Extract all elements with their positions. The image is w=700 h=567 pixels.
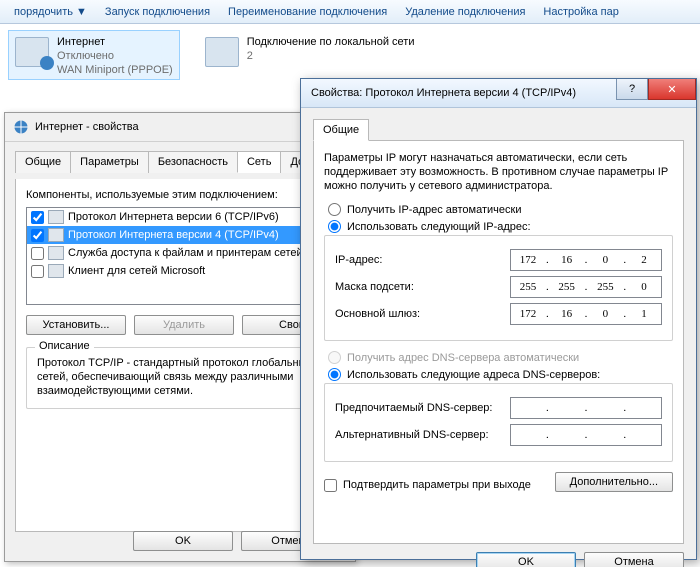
components-list[interactable]: Протокол Интернета версии 6 (TCP/IPv6) П… bbox=[26, 207, 334, 305]
radio-auto-dns: Получить адрес DNS-сервера автоматически bbox=[328, 351, 673, 364]
validate-checkbox[interactable]: Подтвердить параметры при выходе bbox=[324, 479, 531, 492]
item-checkbox[interactable] bbox=[31, 211, 44, 224]
dialog-title: Интернет - свойства bbox=[35, 121, 139, 133]
dns2-input[interactable]: ... bbox=[510, 424, 662, 446]
radio-label: Получить адрес DNS-сервера автоматически bbox=[347, 352, 579, 364]
gateway-label: Основной шлюз: bbox=[335, 308, 510, 320]
globe-icon bbox=[13, 119, 29, 135]
toolbar-item[interactable]: Запуск подключения bbox=[105, 6, 210, 18]
connection-icon bbox=[15, 37, 49, 67]
radio-input[interactable] bbox=[328, 203, 341, 216]
components-label: Компоненты, используемые этим подключени… bbox=[26, 189, 334, 201]
item-checkbox[interactable] bbox=[31, 229, 44, 242]
gateway-input[interactable]: 172.16.0.1 bbox=[510, 303, 662, 325]
dns1-label: Предпочитаемый DNS-сервер: bbox=[335, 402, 510, 414]
item-checkbox[interactable] bbox=[31, 265, 44, 278]
connections-row: Интернет Отключено WAN Miniport (PPPOE) … bbox=[8, 30, 698, 80]
ip-input[interactable]: 172.16.0.2 bbox=[510, 249, 662, 271]
help-button[interactable]: ? bbox=[616, 79, 648, 100]
radio-input[interactable] bbox=[328, 368, 341, 381]
connection-lan[interactable]: Подключение по локальной сети 2 bbox=[198, 30, 422, 80]
remove-button: Удалить bbox=[134, 315, 234, 335]
protocol-icon bbox=[48, 228, 64, 242]
radio-manual-ip[interactable]: Использовать следующий IP-адрес: bbox=[328, 220, 673, 233]
connection-title: Подключение по локальной сети bbox=[247, 35, 415, 49]
radio-label: Получить IP-адрес автоматически bbox=[347, 204, 521, 216]
mask-input[interactable]: 255.255.255.0 bbox=[510, 276, 662, 298]
item-checkbox[interactable] bbox=[31, 247, 44, 260]
connection-status: Отключено bbox=[57, 49, 173, 63]
list-item[interactable]: Служба доступа к файлам и принтерам сете… bbox=[27, 244, 333, 262]
radio-label: Использовать следующий IP-адрес: bbox=[347, 221, 531, 233]
advanced-button[interactable]: Дополнительно... bbox=[555, 472, 673, 492]
toolbar: порядочить ▼ Запуск подключения Переимен… bbox=[0, 0, 700, 24]
radio-auto-ip[interactable]: Получить IP-адрес автоматически bbox=[328, 203, 673, 216]
ok-button[interactable]: OK bbox=[133, 531, 233, 551]
list-item[interactable]: Протокол Интернета версии 6 (TCP/IPv6) bbox=[27, 208, 333, 226]
dialog-tcpip-properties: Свойства: Протокол Интернета версии 4 (T… bbox=[300, 78, 697, 560]
client-icon bbox=[48, 264, 64, 278]
tabs: Общие Параметры Безопасность Сеть Досту bbox=[15, 150, 345, 173]
tab-general[interactable]: Общие bbox=[313, 119, 369, 141]
description-legend: Описание bbox=[35, 340, 94, 352]
ip-label: IP-адрес: bbox=[335, 254, 510, 266]
connection-internet[interactable]: Интернет Отключено WAN Miniport (PPPOE) bbox=[8, 30, 180, 80]
cancel-button[interactable]: Отмена bbox=[584, 552, 684, 567]
radio-manual-dns[interactable]: Использовать следующие адреса DNS-сервер… bbox=[328, 368, 673, 381]
radio-label: Использовать следующие адреса DNS-сервер… bbox=[347, 369, 600, 381]
dns2-label: Альтернативный DNS-сервер: bbox=[335, 429, 510, 441]
radio-input[interactable] bbox=[328, 220, 341, 233]
dns-group: Предпочитаемый DNS-сервер: ... Альтернат… bbox=[324, 383, 673, 462]
item-label: Клиент для сетей Microsoft bbox=[68, 265, 205, 277]
connection-device: WAN Miniport (PPPOE) bbox=[57, 63, 173, 77]
item-label: Служба доступа к файлам и принтерам сете… bbox=[68, 247, 303, 259]
dialog-titlebar[interactable]: Свойства: Протокол Интернета версии 4 (T… bbox=[301, 79, 696, 108]
connection-status: 2 bbox=[247, 49, 415, 63]
checkbox-input[interactable] bbox=[324, 479, 337, 492]
checkbox-label: Подтвердить параметры при выходе bbox=[343, 479, 531, 491]
radio-input bbox=[328, 351, 341, 364]
tab-network[interactable]: Сеть bbox=[237, 151, 281, 173]
intro-text: Параметры IP могут назначаться автоматич… bbox=[324, 151, 673, 193]
connection-title: Интернет bbox=[57, 35, 173, 49]
toolbar-item[interactable]: Переименование подключения bbox=[228, 6, 387, 18]
list-item[interactable]: Протокол Интернета версии 4 (TCP/IPv4) bbox=[27, 226, 333, 244]
mask-label: Маска подсети: bbox=[335, 281, 510, 293]
ip-group: IP-адрес: 172.16.0.2 Маска подсети: 255.… bbox=[324, 235, 673, 341]
ok-button[interactable]: OK bbox=[476, 552, 576, 567]
tab-security[interactable]: Безопасность bbox=[148, 151, 238, 173]
toolbar-item[interactable]: Удаление подключения bbox=[405, 6, 525, 18]
protocol-icon bbox=[48, 210, 64, 224]
close-button[interactable]: ✕ bbox=[648, 79, 696, 100]
tab-options[interactable]: Параметры bbox=[70, 151, 149, 173]
tab-general[interactable]: Общие bbox=[15, 151, 71, 173]
item-label: Протокол Интернета версии 4 (TCP/IPv4) bbox=[68, 229, 279, 241]
toolbar-item[interactable]: Настройка пар bbox=[543, 6, 618, 18]
toolbar-item[interactable]: порядочить ▼ bbox=[14, 6, 87, 18]
description-text: Протокол TCP/IP - стандартный протокол г… bbox=[37, 356, 323, 398]
connection-icon bbox=[205, 37, 239, 67]
dns1-input[interactable]: ... bbox=[510, 397, 662, 419]
install-button[interactable]: Установить... bbox=[26, 315, 126, 335]
item-label: Протокол Интернета версии 6 (TCP/IPv6) bbox=[68, 211, 279, 223]
service-icon bbox=[48, 246, 64, 260]
dialog-title: Свойства: Протокол Интернета версии 4 (T… bbox=[311, 87, 576, 99]
list-item[interactable]: Клиент для сетей Microsoft bbox=[27, 262, 333, 280]
